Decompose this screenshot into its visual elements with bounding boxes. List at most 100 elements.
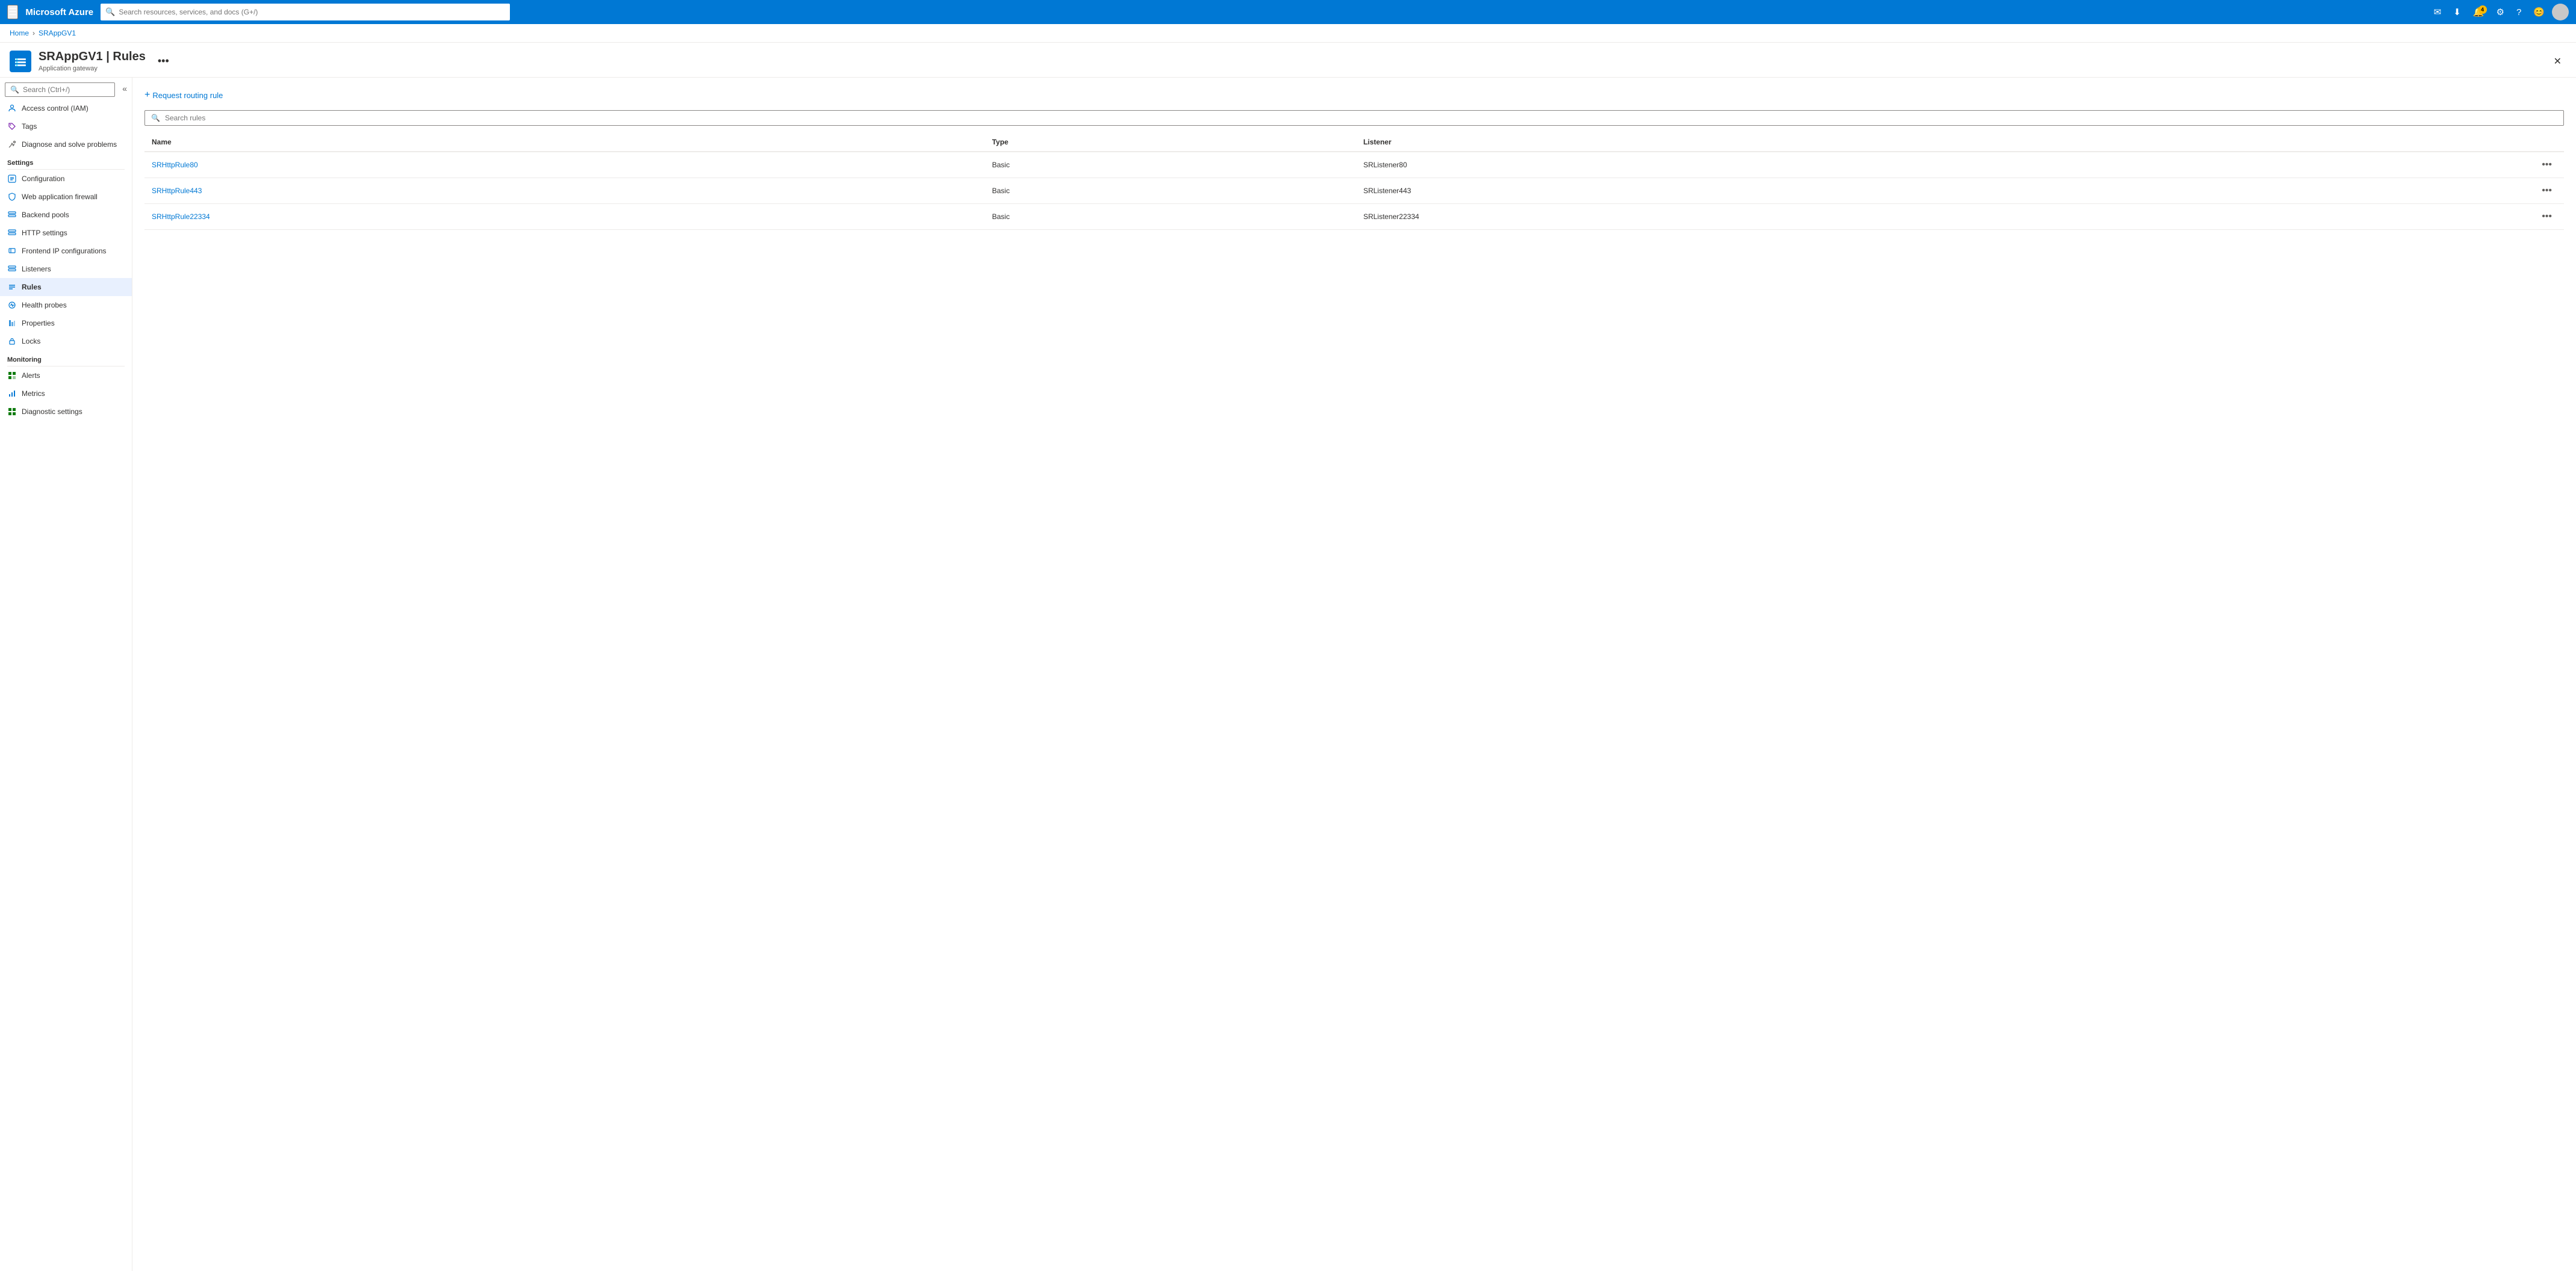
table-row: SRHttpRule443 Basic SRListener443 ••• [144,178,2564,204]
rules-search-input[interactable] [165,114,2557,122]
content-area: + Request routing rule 🔍 Name Type Liste… [132,78,2576,1271]
sidebar-item-label: HTTP settings [22,229,67,237]
search-icon: 🔍 [105,7,115,17]
tags-icon [7,122,17,131]
sidebar-item-label: Listeners [22,265,51,273]
sidebar-item-label: Health probes [22,301,67,309]
sidebar-item-listeners[interactable]: Listeners [0,260,132,278]
listeners-icon [7,264,17,274]
page-title: SRAppGV1 | Rules [39,50,146,64]
download-icon-button[interactable]: ⬇ [2448,4,2466,20]
sidebar-item-metrics[interactable]: Metrics [0,385,132,403]
sidebar-item-label: Properties [22,319,55,327]
add-rule-button[interactable]: + Request routing rule [144,87,223,103]
locks-icon [7,336,17,346]
more-actions-button[interactable]: ••• [153,52,174,70]
sidebar-item-alerts[interactable]: Alerts [0,366,132,385]
sidebar-item-label: Backend pools [22,211,69,219]
backend-pools-icon [7,210,17,220]
frontend-ip-icon [7,246,17,256]
sidebar-search-row: 🔍 « [0,78,132,99]
cell-actions: ••• [2168,152,2564,178]
sidebar-item-backend-pools[interactable]: Backend pools [0,206,132,224]
sidebar-item-label: Web application firewall [22,193,98,201]
cell-actions: ••• [2168,178,2564,204]
breadcrumb-home-link[interactable]: Home [10,29,29,37]
table-row: SRHttpRule80 Basic SRListener80 ••• [144,152,2564,178]
sidebar-item-access-control[interactable]: Access control (IAM) [0,99,132,117]
row-more-actions-button[interactable]: ••• [2537,184,2557,197]
hamburger-menu-button[interactable]: ☰ [7,5,18,19]
monitoring-section-label: Monitoring [0,350,132,366]
notifications-icon-button[interactable]: 🔔 4 [2468,4,2489,20]
column-header-type: Type [985,133,1356,152]
column-header-name: Name [144,133,985,152]
top-navigation: ☰ Microsoft Azure 🔍 ✉ ⬇ 🔔 4 ⚙ ? 😊 [0,0,2576,24]
sidebar-item-frontend-ip[interactable]: Frontend IP configurations [0,242,132,260]
configuration-icon [7,174,17,184]
sidebar-search-input[interactable] [23,85,110,94]
sidebar-item-tags[interactable]: Tags [0,117,132,135]
waf-icon [7,192,17,202]
azure-logo: Microsoft Azure [25,7,93,17]
sidebar-item-label: Rules [22,283,42,291]
sidebar-item-label: Tags [22,122,37,131]
health-probes-icon [7,300,17,310]
sidebar-item-diagnostic-settings[interactable]: Diagnostic settings [0,403,132,421]
rules-icon [7,282,17,292]
properties-icon [7,318,17,328]
global-search-bar: 🔍 [101,4,510,20]
breadcrumb-current-link[interactable]: SRAppGV1 [39,29,76,37]
user-avatar[interactable] [2552,4,2569,20]
global-search-input[interactable] [119,8,505,16]
column-header-actions [2168,133,2564,152]
resource-icon [10,51,31,72]
sidebar-item-locks[interactable]: Locks [0,332,132,350]
sidebar-collapse-button[interactable]: « [120,81,129,96]
sidebar-item-configuration[interactable]: Configuration [0,170,132,188]
http-settings-icon [7,228,17,238]
add-icon: + [144,90,150,101]
page-header-title-area: SRAppGV1 | Rules Application gateway [39,50,146,72]
sidebar-item-label: Diagnose and solve problems [22,140,117,149]
cell-name: SRHttpRule80 [144,152,985,178]
sidebar-item-properties[interactable]: Properties [0,314,132,332]
email-icon-button[interactable]: ✉ [2429,4,2447,20]
settings-section-label: Settings [0,153,132,169]
rules-table: Name Type Listener SRHttpRule80 Basic SR… [144,133,2564,230]
close-button[interactable]: ✕ [2549,53,2566,70]
sidebar-item-label: Metrics [22,389,45,398]
help-icon-button[interactable]: ? [2512,5,2526,20]
row-more-actions-button[interactable]: ••• [2537,158,2557,172]
table-row: SRHttpRule22334 Basic SRListener22334 ••… [144,204,2564,230]
rules-search-bar: 🔍 [144,110,2564,126]
sidebar-item-health-probes[interactable]: Health probes [0,296,132,314]
sidebar-item-label: Alerts [22,371,40,380]
sidebar-item-http-settings[interactable]: HTTP settings [0,224,132,242]
sidebar: 🔍 « Access control (IAM) Tags Diagnose a… [0,78,132,1271]
cell-name: SRHttpRule443 [144,178,985,204]
page-subtitle: Application gateway [39,65,146,72]
breadcrumb-separator: › [33,29,35,37]
notification-badge: 4 [2478,5,2487,14]
add-rule-label: Request routing rule [152,91,223,100]
cell-actions: ••• [2168,204,2564,230]
feedback-icon-button[interactable]: 😊 [2528,4,2550,20]
sidebar-item-diagnose[interactable]: Diagnose and solve problems [0,135,132,153]
metrics-icon [7,389,17,398]
cell-name: SRHttpRule22334 [144,204,985,230]
cell-type: Basic [985,204,1356,230]
settings-icon-button[interactable]: ⚙ [2492,4,2509,20]
cell-listener: SRListener443 [1356,178,2169,204]
sidebar-item-label: Configuration [22,175,64,183]
main-layout: 🔍 « Access control (IAM) Tags Diagnose a… [0,78,2576,1271]
sidebar-item-label: Locks [22,337,40,345]
sidebar-search-icon: 🔍 [10,85,19,94]
row-more-actions-button[interactable]: ••• [2537,210,2557,223]
diagnose-icon [7,140,17,149]
page-header: SRAppGV1 | Rules Application gateway •••… [0,43,2576,78]
cell-listener: SRListener80 [1356,152,2169,178]
sidebar-item-waf[interactable]: Web application firewall [0,188,132,206]
page-header-left: SRAppGV1 | Rules Application gateway ••• [10,50,174,72]
sidebar-item-rules[interactable]: Rules [0,278,132,296]
